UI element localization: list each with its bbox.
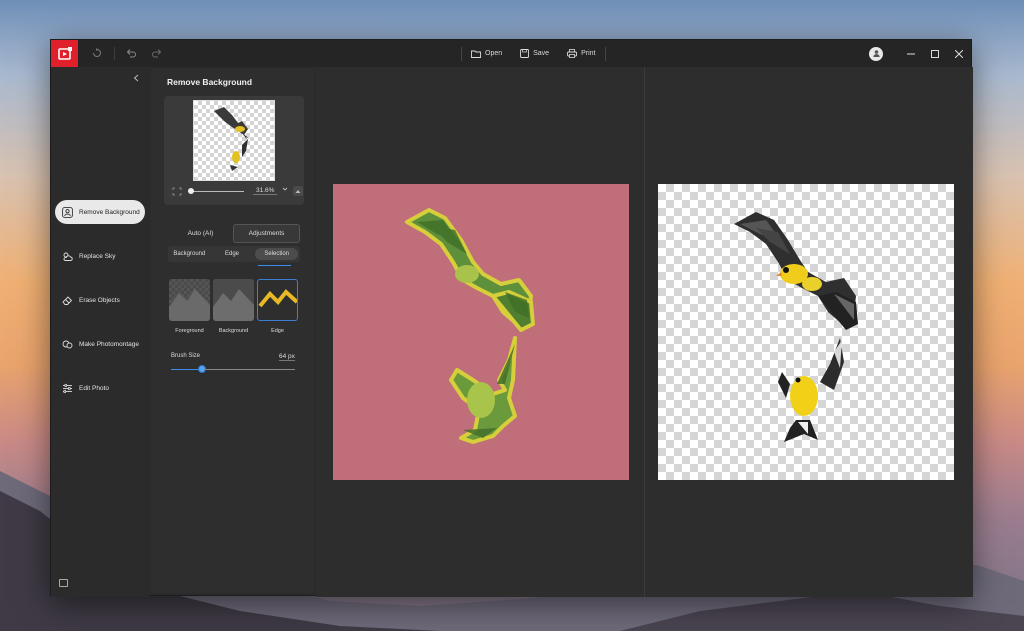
subtab-background[interactable]: Background bbox=[168, 246, 211, 262]
print-button[interactable]: Print bbox=[558, 40, 604, 67]
printer-icon bbox=[567, 49, 578, 58]
nav-item-make-photomontage[interactable]: Make Photomontage bbox=[55, 332, 145, 356]
nav-item-label: Remove Background bbox=[79, 208, 140, 216]
tile-background[interactable] bbox=[213, 279, 254, 321]
collapse-preview-button[interactable] bbox=[293, 186, 303, 196]
layers-icon bbox=[62, 339, 73, 350]
nav-item-label: Replace Sky bbox=[79, 252, 116, 260]
minimize-icon[interactable] bbox=[907, 50, 917, 58]
preview-thumbnail[interactable] bbox=[193, 100, 275, 181]
save-icon bbox=[520, 49, 530, 58]
app-logo bbox=[51, 40, 78, 67]
navigator-preview: 31.6% bbox=[164, 96, 304, 205]
tile-label: Foreground bbox=[175, 328, 204, 334]
active-subtab-indicator bbox=[258, 265, 291, 266]
brush-size-slider-thumb[interactable] bbox=[198, 365, 206, 373]
reset-icon[interactable] bbox=[89, 45, 105, 61]
open-button[interactable]: Open bbox=[462, 40, 511, 67]
app-window: Open Save Print Remove Background Replac… bbox=[50, 39, 973, 597]
maximize-icon[interactable] bbox=[931, 49, 941, 58]
original-image[interactable] bbox=[333, 184, 629, 480]
zoom-slider-track[interactable] bbox=[188, 191, 244, 192]
nav-item-erase-objects[interactable]: Erase Objects bbox=[55, 288, 145, 312]
brush-type-tiles: Foreground Background Edge bbox=[169, 279, 301, 339]
result-image[interactable] bbox=[658, 184, 954, 480]
zoom-value[interactable]: 31.6% bbox=[253, 187, 278, 195]
account-icon[interactable] bbox=[869, 46, 883, 61]
tab-adjustments[interactable]: Adjustments bbox=[233, 224, 300, 243]
print-label: Print bbox=[581, 50, 596, 57]
nav-item-label: Make Photomontage bbox=[79, 340, 139, 348]
toolbar-divider bbox=[114, 47, 115, 60]
chevron-down-icon[interactable] bbox=[282, 186, 288, 192]
panel-title: Remove Background bbox=[167, 77, 253, 87]
redo-icon[interactable] bbox=[149, 45, 165, 61]
left-navigation: Remove Background Replace Sky Erase Obje… bbox=[51, 67, 149, 597]
cloud-sun-icon bbox=[62, 251, 73, 262]
collapse-chevron-icon[interactable] bbox=[133, 74, 139, 82]
nav-item-remove-background[interactable]: Remove Background bbox=[55, 200, 145, 224]
tile-foreground[interactable] bbox=[169, 279, 210, 321]
save-button[interactable]: Save bbox=[511, 40, 558, 67]
nav-item-label: Erase Objects bbox=[79, 296, 120, 304]
mode-tabs: Auto (AI) Adjustments bbox=[168, 224, 300, 243]
tile-edge[interactable] bbox=[257, 279, 298, 321]
tile-label: Background bbox=[218, 328, 249, 334]
compare-divider bbox=[644, 67, 645, 597]
adjustment-subtabs: Background Edge Selection bbox=[168, 246, 300, 262]
zoom-controls: 31.6% bbox=[170, 186, 303, 198]
person-cutout-icon bbox=[62, 206, 73, 218]
open-label: Open bbox=[485, 50, 503, 57]
subtab-edge[interactable]: Edge bbox=[211, 246, 254, 262]
title-bar: Open Save Print bbox=[51, 40, 971, 67]
brush-size-label: Brush Size bbox=[171, 353, 201, 359]
tab-auto-ai[interactable]: Auto (AI) bbox=[168, 224, 233, 243]
canvas-area bbox=[316, 67, 973, 597]
save-label: Save bbox=[533, 50, 550, 57]
toolbar-divider bbox=[604, 46, 606, 61]
undo-icon[interactable] bbox=[123, 45, 139, 61]
tile-label: Edge bbox=[271, 328, 284, 334]
tool-panel: Remove Background 31.6% Auto (AI) Adjust… bbox=[151, 69, 314, 593]
subtab-selection[interactable]: Selection bbox=[255, 248, 299, 260]
eraser-icon bbox=[62, 295, 73, 306]
panel-toggle-icon[interactable] bbox=[59, 579, 68, 587]
fit-screen-icon[interactable] bbox=[172, 187, 182, 196]
nav-item-replace-sky[interactable]: Replace Sky bbox=[55, 244, 145, 268]
close-icon[interactable] bbox=[955, 49, 965, 58]
folder-icon bbox=[471, 50, 481, 58]
nav-item-edit-photo[interactable]: Edit Photo bbox=[55, 376, 145, 400]
sliders-icon bbox=[62, 383, 73, 394]
nav-item-label: Edit Photo bbox=[79, 384, 109, 392]
brush-size-value[interactable]: 64 px bbox=[279, 353, 295, 361]
zoom-slider-thumb[interactable] bbox=[188, 188, 194, 194]
